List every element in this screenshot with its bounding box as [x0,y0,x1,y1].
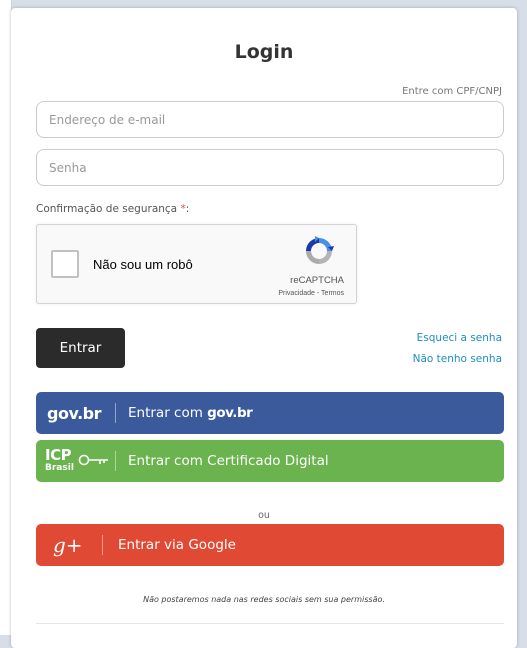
password-field[interactable] [36,149,504,186]
govbr-label-prefix: Entrar com [128,405,208,421]
recaptcha-widget: Não sou um robô reCAPTCHA Privacidade - … [36,224,357,304]
button-separator [115,403,116,423]
icp-logo-text: ICP [45,446,72,464]
privacy-note: Não postaremos nada nas redes sociais se… [143,595,385,604]
or-separator: ou [258,510,270,521]
recaptcha-checkbox-label: Não sou um robô [93,257,193,272]
cpf-cnpj-link[interactable]: Entre com CPF/CNPJ [402,86,502,97]
govbr-label-brand: gov.br [207,405,253,421]
govbr-logo-icon: gov.br [36,392,102,434]
icp-logo-block: ICP Brasil [45,446,115,476]
google-plus-icon: g+ [36,524,83,566]
govbr-login-button[interactable]: gov.br Entrar com gov.br [36,392,504,434]
key-icon [78,454,108,466]
recaptcha-terms-link[interactable]: Privacidade - Termos [278,290,344,297]
icp-brasil-logo-icon: ICP Brasil [36,440,115,482]
google-plus-logo-text: g+ [53,533,83,557]
recaptcha-checkbox[interactable] [51,250,79,278]
security-label-colon: : [185,203,190,215]
no-password-link[interactable]: Não tenho senha [413,353,502,365]
forgot-password-link[interactable]: Esqueci a senha [417,332,502,344]
recaptcha-brand: reCAPTCHA [290,275,344,286]
button-separator [102,535,103,555]
submit-button[interactable]: Entrar [36,328,125,368]
page-title: Login [234,41,294,63]
govbr-logo-text: gov.br [47,403,102,423]
button-separator [115,451,116,471]
recaptcha-logo-icon [306,236,334,264]
email-field[interactable] [36,101,504,138]
security-label-text: Confirmação de segurança [36,203,178,215]
divider [36,623,504,624]
security-confirmation-label: Confirmação de segurança *: [36,203,189,215]
google-login-button[interactable]: g+ Entrar via Google [36,524,504,566]
google-button-label: Entrar via Google [118,537,236,553]
govbr-button-label: Entrar com gov.br [128,392,253,434]
digital-certificate-button[interactable]: ICP Brasil Entrar com Certificado Digita… [36,440,504,482]
icp-button-label: Entrar com Certificado Digital [128,453,329,469]
icp-logo-sub: Brasil [45,463,74,473]
login-panel: Login Entre com CPF/CNPJ Confirmação de … [11,8,517,648]
